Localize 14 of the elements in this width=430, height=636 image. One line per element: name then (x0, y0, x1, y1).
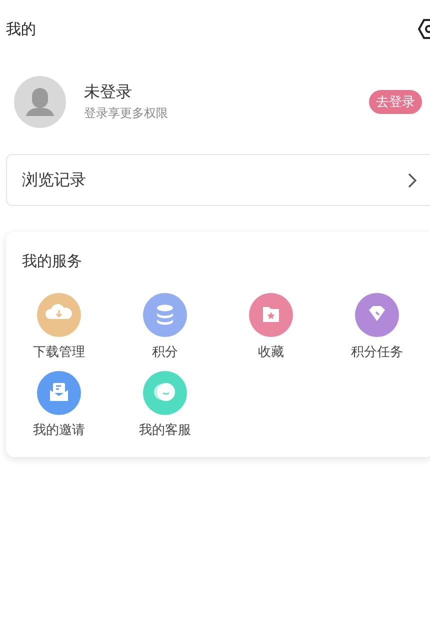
history-row[interactable]: 浏览记录 (6, 154, 430, 206)
service-item[interactable]: 我的客服 (112, 371, 218, 439)
service-item[interactable]: 下载管理 (6, 293, 112, 361)
services-title: 我的服务 (21, 252, 83, 271)
chevron-right-icon (408, 172, 417, 188)
history-label: 浏览记录 (22, 170, 86, 190)
service-item[interactable]: 我的邀请 (6, 371, 112, 439)
service-item[interactable]: 积分 (112, 293, 218, 361)
login-hint: 登录享更多权限 (84, 105, 169, 122)
service-item[interactable]: 收藏 (218, 293, 324, 361)
service-item[interactable]: 积分任务 (324, 293, 430, 361)
avatar-icon[interactable] (14, 76, 66, 128)
page-title: 我的 (6, 20, 36, 38)
user-name: 未登录 (84, 82, 133, 103)
